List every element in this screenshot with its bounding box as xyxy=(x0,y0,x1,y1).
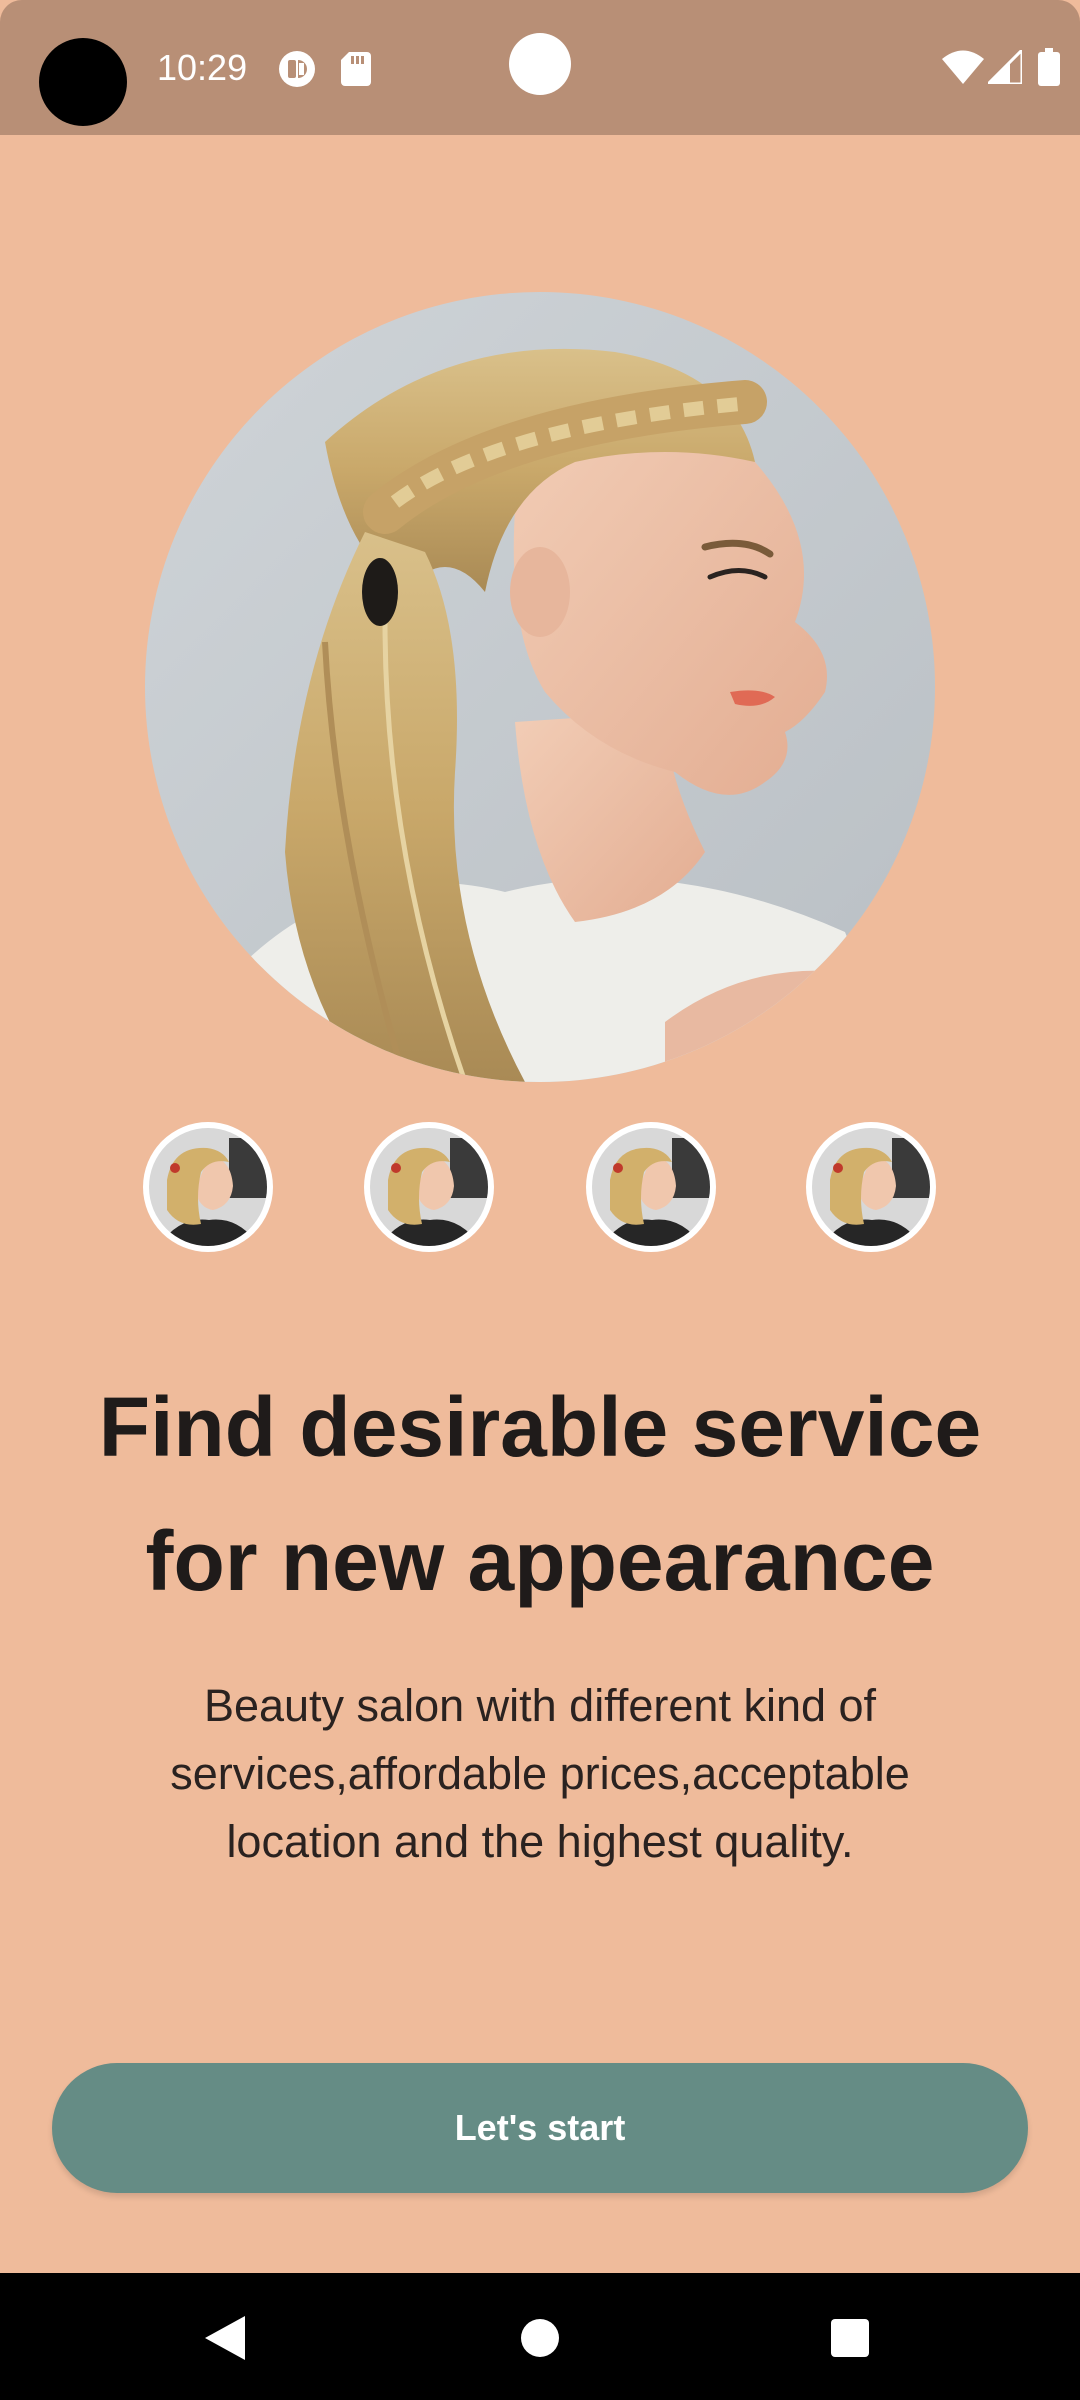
lets-start-button[interactable]: Let's start xyxy=(52,2063,1028,2193)
hero-photo xyxy=(145,292,935,1082)
status-bar: 10:29 xyxy=(0,0,1080,135)
description: Beauty salon with different kind of serv… xyxy=(110,1672,970,1876)
woman-hairstyle-thumbnail xyxy=(812,1128,930,1246)
recents-icon[interactable] xyxy=(831,2319,869,2357)
status-time: 10:29 xyxy=(157,47,248,88)
thumbnail-1[interactable] xyxy=(143,1122,273,1252)
thumbnail-3[interactable] xyxy=(586,1122,716,1252)
woman-hairstyle-thumbnail xyxy=(149,1128,267,1246)
thumbnail-2[interactable] xyxy=(364,1122,494,1252)
woman-hairstyle-thumbnail xyxy=(370,1128,488,1246)
home-icon[interactable] xyxy=(521,2319,559,2357)
description-line-3: location and the highest quality. xyxy=(226,1816,854,1867)
thumbnail-4[interactable] xyxy=(806,1122,936,1252)
headline-line-2: for new appearance xyxy=(145,1514,935,1608)
navigation-bar xyxy=(0,2273,1080,2400)
headline: Find desirable service for new appearanc… xyxy=(40,1360,1040,1628)
description-line-2: services,affordable prices,acceptable xyxy=(170,1748,910,1799)
sd-card-icon xyxy=(341,52,371,86)
back-icon[interactable] xyxy=(205,2316,245,2360)
woman-braided-ponytail-photo xyxy=(145,292,935,1082)
battery-icon xyxy=(1038,48,1060,86)
wifi-icon xyxy=(942,50,984,84)
headline-line-1: Find desirable service xyxy=(98,1380,982,1474)
front-camera-icon xyxy=(509,33,571,95)
description-line-1: Beauty salon with different kind of xyxy=(203,1680,877,1731)
cell-signal-icon xyxy=(988,50,1022,84)
camera-cutout-icon xyxy=(39,38,127,126)
g-assistant-icon xyxy=(279,51,315,87)
woman-hairstyle-thumbnail xyxy=(592,1128,710,1246)
